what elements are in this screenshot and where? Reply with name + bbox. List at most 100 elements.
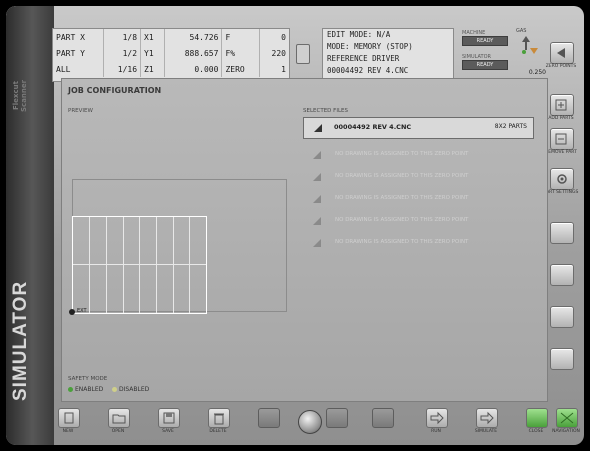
- blank-button-3[interactable]: [550, 306, 574, 328]
- app-window: Flexcut Scanner SIMULATOR PART X 1/8 X1 …: [6, 6, 584, 445]
- simulate-label: SIMULATE: [474, 429, 498, 434]
- blank-button-1[interactable]: [550, 222, 574, 244]
- part-settings-button[interactable]: [550, 168, 574, 190]
- new-label: NEW: [62, 429, 74, 434]
- blank-bottom-button-3[interactable]: [372, 408, 394, 428]
- coord-key-value: 0: [281, 32, 286, 42]
- gas-value: 0.250: [528, 69, 546, 76]
- folder-icon: [112, 414, 126, 424]
- enabled-label: ENABLED: [75, 386, 104, 393]
- add-parts-button[interactable]: [550, 94, 574, 116]
- file-slot-text: NO DRAWING IS ASSIGNED TO THIS ZERO POIN…: [335, 239, 469, 245]
- radio-selected-icon: [68, 387, 73, 392]
- header: PART X 1/8 X1 54.726 F 0 PART Y 1/2 Y1 8…: [50, 10, 580, 82]
- coord-key: ZERO: [221, 61, 260, 77]
- program-text: 00004492 REV 4.CNC: [327, 66, 409, 75]
- blank-bottom-button-1[interactable]: [258, 408, 280, 428]
- navigation-label: NAVIGATION: [552, 429, 580, 434]
- coord-fraction: 1/16: [103, 61, 142, 77]
- trash-icon: [214, 413, 224, 425]
- open-label: OPEN: [111, 429, 125, 434]
- zero-point-icon: [313, 239, 321, 247]
- brand-logo: Flexcut Scanner: [12, 79, 28, 113]
- navigation-button[interactable]: [556, 408, 578, 428]
- run-mode-text: MODE: MEMORY (STOP): [327, 42, 413, 51]
- simulate-button[interactable]: [476, 408, 498, 428]
- machine-toggle-icon[interactable]: [296, 44, 310, 64]
- open-button[interactable]: [108, 408, 130, 428]
- bottom-toolbar: NEW OPEN SAVE DELETE RUN SIMULATE CLOSE: [50, 404, 580, 440]
- selected-files-label: SELECTED FILES: [303, 108, 348, 114]
- save-button[interactable]: [158, 408, 180, 428]
- coord-fraction: 1/8: [103, 29, 142, 45]
- remove-part-icon: [555, 133, 567, 145]
- origin-label: EXT: [77, 308, 87, 314]
- side-rail: Flexcut Scanner SIMULATOR: [6, 6, 54, 445]
- coord-row: PART X 1/8 X1 54.726 F 0: [53, 29, 289, 45]
- zero-point-icon: [313, 151, 321, 159]
- safety-mode-label: SAFETY MODE: [68, 376, 108, 382]
- safety-enabled-radio[interactable]: ENABLED: [68, 386, 103, 393]
- file-slot-text: NO DRAWING IS ASSIGNED TO THIS ZERO POIN…: [335, 195, 469, 201]
- file-slot-text: NO DRAWING IS ASSIGNED TO THIS ZERO POIN…: [335, 151, 469, 157]
- remove-part-button[interactable]: [550, 128, 574, 150]
- delete-label: DELETE: [209, 429, 227, 434]
- file-slot-row[interactable]: NO DRAWING IS ASSIGNED TO THIS ZERO POIN…: [305, 235, 525, 251]
- zero-points-icon: [557, 48, 565, 58]
- coord-label: ALL: [53, 61, 104, 77]
- coord-row: PART Y 1/2 Y1 888.657 F% 220: [53, 45, 289, 61]
- close-button[interactable]: [526, 408, 548, 428]
- coord-value: 54.726: [164, 29, 223, 45]
- gas-gauge: GAS 0.250: [516, 28, 546, 80]
- coord-label: PART X: [53, 29, 104, 45]
- simulate-arrow-icon: [480, 411, 494, 425]
- preview-label: PREVIEW: [68, 108, 93, 114]
- save-label: SAVE: [162, 429, 174, 434]
- edit-mode-text: EDIT MODE: N/A: [327, 30, 391, 39]
- delete-button[interactable]: [208, 408, 230, 428]
- coord-row: ALL 1/16 Z1 0.000 ZERO 1: [53, 61, 289, 77]
- gas-arrows-icon: [522, 36, 538, 54]
- radio-unselected-icon: [112, 387, 117, 392]
- safety-disabled-radio[interactable]: DISABLED: [112, 386, 149, 393]
- blank-bottom-button-2[interactable]: [326, 408, 348, 428]
- coord-label: PART Y: [53, 45, 104, 61]
- new-button[interactable]: [58, 408, 80, 428]
- zero-point-icon: [314, 124, 322, 132]
- coord-fraction: 1/2: [103, 45, 142, 61]
- feed-knob[interactable]: [298, 410, 322, 434]
- run-button[interactable]: [426, 408, 448, 428]
- new-file-icon: [64, 412, 74, 424]
- coord-key-value: 220: [271, 48, 286, 58]
- blank-button-2[interactable]: [550, 264, 574, 286]
- selected-file-parts: 8X2 PARTS: [494, 123, 527, 130]
- add-parts-icon: [555, 99, 567, 111]
- disabled-label: DISABLED: [119, 386, 150, 393]
- zero-point-icon: [313, 217, 321, 225]
- navigation-icon: [560, 412, 574, 424]
- file-slot-text: NO DRAWING IS ASSIGNED TO THIS ZERO POIN…: [335, 173, 469, 179]
- coord-value: 0.000: [164, 61, 223, 77]
- file-slot-row[interactable]: NO DRAWING IS ASSIGNED TO THIS ZERO POIN…: [305, 213, 525, 229]
- file-slot-row[interactable]: NO DRAWING IS ASSIGNED TO THIS ZERO POIN…: [305, 169, 525, 185]
- file-slot-row[interactable]: NO DRAWING IS ASSIGNED TO THIS ZERO POIN…: [305, 147, 525, 163]
- run-arrow-icon: [430, 411, 444, 425]
- simulator-state-badge: READY: [462, 60, 508, 70]
- coordinates-panel: PART X 1/8 X1 54.726 F 0 PART Y 1/2 Y1 8…: [52, 28, 290, 82]
- blank-button-4[interactable]: [550, 348, 574, 370]
- file-slot-text: NO DRAWING IS ASSIGNED TO THIS ZERO POIN…: [335, 217, 469, 223]
- panel-title: JOB CONFIGURATION: [68, 86, 162, 95]
- file-slot-row[interactable]: NO DRAWING IS ASSIGNED TO THIS ZERO POIN…: [305, 191, 525, 207]
- coord-value: 888.657: [164, 45, 223, 61]
- coord-axis: X1: [140, 29, 165, 45]
- selected-file-row[interactable]: 00004492 REV 4.CNC 8X2 PARTS: [303, 117, 534, 139]
- machine-state-badge: READY: [462, 36, 508, 46]
- coord-axis: Z1: [140, 61, 165, 77]
- zero-points-button[interactable]: [550, 42, 574, 64]
- zero-points-label: ZERO POINTS: [545, 64, 577, 69]
- coord-key: F: [221, 29, 260, 45]
- origin-marker-icon: [69, 309, 75, 315]
- machine-status: MACHINE READY SIMULATOR READY: [460, 28, 510, 80]
- zero-point-icon: [313, 173, 321, 181]
- mode-panel: EDIT MODE: N/A MODE: MEMORY (STOP) REFER…: [322, 28, 454, 82]
